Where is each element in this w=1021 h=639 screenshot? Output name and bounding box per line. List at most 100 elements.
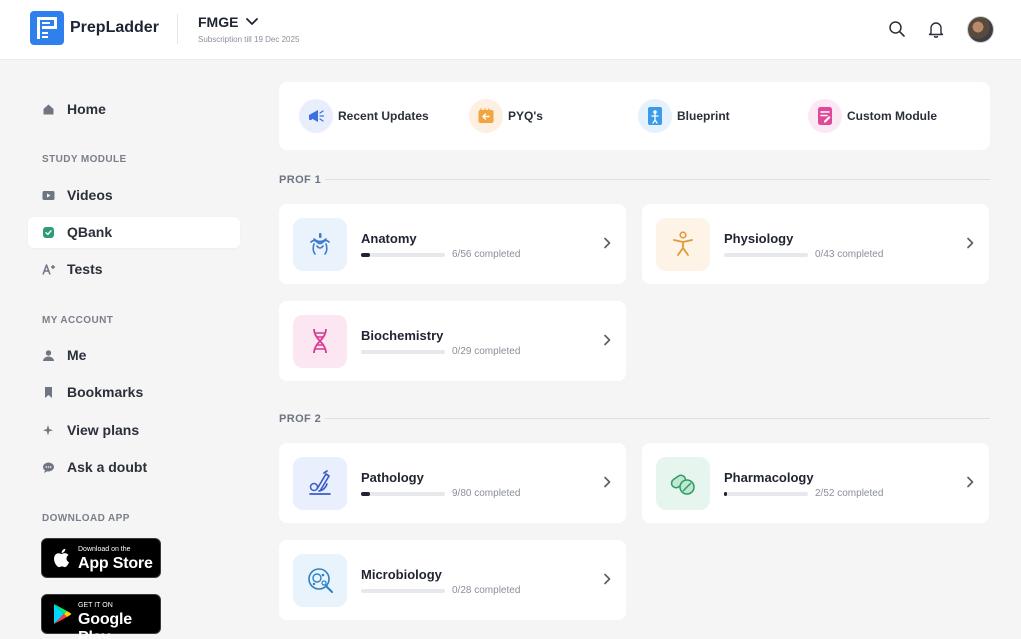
biochemistry-icon — [313, 328, 327, 354]
subject-card-physiology[interactable]: Physiology 0/43 completed — [642, 204, 989, 284]
progress-fill — [724, 492, 728, 496]
progress-text: 6/56 completed — [452, 249, 521, 260]
subject-card-biochemistry[interactable]: Biochemistry 0/29 completed — [279, 301, 626, 381]
progress-track — [361, 589, 445, 593]
home-icon — [43, 104, 54, 115]
quick-link-label: Blueprint — [677, 109, 730, 123]
subject-icon-box — [293, 218, 347, 271]
avatar[interactable] — [967, 16, 994, 43]
prepladder-logo[interactable] — [30, 11, 64, 45]
sidebar-item-tests[interactable]: Tests — [28, 254, 240, 285]
google-play-button[interactable]: GET IT ON Google Play — [41, 594, 161, 639]
video-icon — [42, 191, 55, 200]
sidebar-item-home[interactable]: Home — [28, 94, 240, 125]
sidebar-item-view-plans[interactable]: View plans — [28, 415, 240, 446]
sidebar-item-me[interactable]: Me — [28, 340, 240, 371]
chevron-right-icon — [967, 237, 974, 249]
sidebar-item-label: Home — [67, 101, 106, 117]
sidebar-item-label: Videos — [67, 187, 113, 203]
subject-icon-box — [656, 457, 710, 510]
subject-card-pharmacology[interactable]: Pharmacology 2/52 completed — [642, 443, 989, 523]
tests-icon — [42, 264, 55, 275]
progress-text: 0/29 completed — [452, 346, 521, 357]
custom-module-icon — [818, 107, 832, 125]
subject-name: Pathology — [361, 470, 424, 485]
google-play-icon — [54, 604, 72, 624]
subject-card-microbiology[interactable]: Microbiology 0/28 completed — [279, 540, 626, 620]
sparkle-icon — [43, 425, 53, 436]
top-header: PrepLadder FMGE Subscription till 19 Dec… — [0, 0, 1021, 60]
chevron-right-icon — [604, 476, 611, 488]
sidebar-item-qbank[interactable]: QBank — [28, 217, 240, 248]
subject-name: Microbiology — [361, 567, 442, 582]
pyq-icon — [478, 108, 494, 123]
chevron-right-icon — [604, 237, 611, 249]
physiology-icon — [673, 231, 693, 256]
sidebar-item-label: QBank — [67, 224, 113, 240]
progress-track — [361, 350, 445, 354]
user-icon — [43, 350, 54, 361]
subject-icon-box — [656, 218, 710, 271]
subject-card-anatomy[interactable]: Anatomy 6/56 completed — [279, 204, 626, 284]
google-play-label: Google Play — [78, 611, 132, 639]
progress-text: 2/52 completed — [815, 488, 884, 499]
progress-track — [724, 253, 808, 257]
apple-icon — [54, 548, 69, 568]
quick-link-label: Custom Module — [847, 109, 937, 123]
progress-text: 0/43 completed — [815, 249, 884, 260]
subject-name: Physiology — [724, 231, 794, 246]
blueprint-icon — [648, 107, 662, 125]
progress-track — [361, 253, 445, 257]
section-title-prof-2: PROF 2 — [279, 413, 322, 425]
sidebar-item-label: View plans — [67, 422, 140, 438]
sidebar-item-videos[interactable]: Videos — [28, 180, 240, 211]
course-selector[interactable]: FMGE — [198, 14, 238, 30]
chevron-down-icon[interactable] — [245, 15, 259, 29]
subject-icon-box — [293, 554, 347, 607]
header-divider — [177, 14, 178, 44]
microbiology-icon — [308, 568, 333, 593]
brand-name: PrepLadder — [70, 19, 159, 36]
quick-link-label: PYQ's — [508, 109, 543, 123]
app-store-button[interactable]: Download on the App Store — [41, 538, 161, 578]
subscription-text: Subscription till 19 Dec 2025 — [198, 35, 300, 44]
sidebar-item-label: Bookmarks — [67, 384, 144, 400]
bookmark-icon — [45, 387, 52, 398]
sidebar-item-label: Tests — [67, 261, 103, 277]
bell-icon[interactable] — [926, 19, 946, 39]
pharmacology-icon — [670, 474, 695, 495]
google-play-caption: GET IT ON — [78, 602, 113, 609]
download-app-heading: DOWNLOAD APP — [42, 513, 130, 524]
subject-icon-box — [293, 315, 347, 368]
app-store-caption: Download on the — [78, 546, 131, 553]
chevron-right-icon — [967, 476, 974, 488]
section-divider — [325, 418, 990, 419]
section-divider — [325, 179, 990, 180]
subject-name: Biochemistry — [361, 328, 444, 343]
progress-fill — [361, 492, 371, 496]
quick-links-card: Recent Updates PYQ's Blueprint Custom Mo… — [279, 82, 990, 150]
sidebar-item-bookmarks[interactable]: Bookmarks — [28, 377, 240, 408]
study-module-heading: STUDY MODULE — [42, 154, 127, 165]
progress-text: 0/28 completed — [452, 585, 521, 596]
anatomy-icon — [310, 233, 330, 255]
sidebar-item-label: Ask a doubt — [67, 459, 148, 475]
my-account-heading: MY ACCOUNT — [42, 315, 114, 326]
chevron-right-icon — [604, 334, 611, 346]
sidebar-item-label: Me — [67, 347, 87, 363]
progress-track — [724, 492, 808, 496]
progress-text: 9/80 completed — [452, 488, 521, 499]
qbank-icon — [43, 227, 54, 238]
subject-icon-box — [293, 457, 347, 510]
search-icon[interactable] — [887, 19, 907, 39]
megaphone-icon — [309, 110, 325, 122]
chat-icon — [43, 462, 54, 473]
section-title-prof-1: PROF 1 — [279, 174, 322, 186]
app-store-label: App Store — [78, 555, 153, 572]
sidebar-item-ask-a-doubt[interactable]: Ask a doubt — [28, 452, 240, 483]
progress-fill — [361, 253, 370, 257]
subject-card-pathology[interactable]: Pathology 9/80 completed — [279, 443, 626, 523]
subject-name: Anatomy — [361, 231, 417, 246]
pathology-icon — [309, 470, 331, 495]
progress-track — [361, 492, 445, 496]
